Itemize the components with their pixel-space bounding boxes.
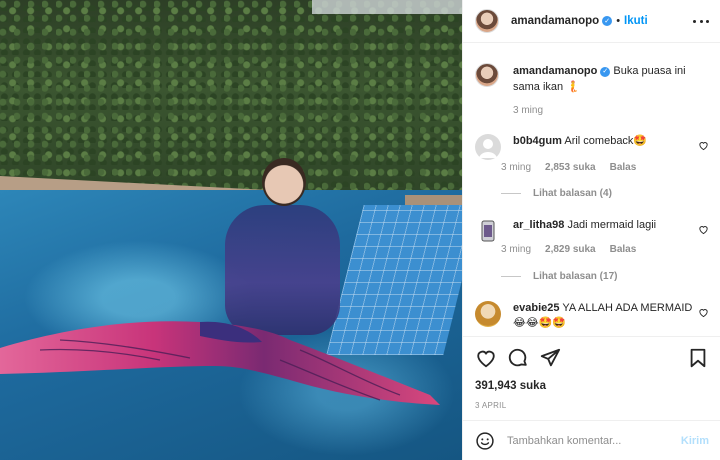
comment-likes[interactable]: 2,853 suka <box>545 162 596 173</box>
comment-like-heart-icon[interactable] <box>698 224 709 235</box>
paper-plane-icon[interactable] <box>539 347 561 369</box>
person-head <box>262 158 306 206</box>
comment-composer: Kirim <box>463 420 720 460</box>
caption-author-avatar[interactable] <box>475 63 499 87</box>
comment-body: ar_litha98 Jadi mermaid lagii <box>513 218 693 244</box>
caption-author[interactable]: amandamanopo <box>513 65 597 77</box>
more-options-icon[interactable] <box>693 14 709 28</box>
hedge-background <box>0 0 462 200</box>
verified-badge-icon: ✓ <box>602 16 613 26</box>
comment-item: ar_litha98 Jadi mermaid lagii <box>475 218 711 244</box>
comment-author[interactable]: b0b4gum <box>513 135 562 147</box>
action-bar <box>463 336 720 380</box>
comment-author[interactable]: evabie25 <box>513 302 559 314</box>
comment-body: b0b4gum Aril comeback🤩 <box>513 134 693 160</box>
bookmark-icon[interactable] <box>687 347 709 369</box>
caption-time: 3 ming <box>513 105 544 116</box>
view-replies-button[interactable]: Lihat balasan (17) <box>501 271 617 282</box>
post-date: 3 APRIL <box>475 401 507 410</box>
like-count[interactable]: 391,943 suka <box>475 380 546 392</box>
comment-author[interactable]: ar_litha98 <box>513 219 564 231</box>
follow-button[interactable]: Ikuti <box>624 15 648 27</box>
comment-avatar[interactable] <box>475 218 501 244</box>
replies-divider <box>501 276 521 277</box>
mermaid-tail-fin <box>0 321 440 405</box>
comment-item: b0b4gum Aril comeback🤩 <box>475 134 711 160</box>
comment-avatar[interactable] <box>475 134 501 160</box>
author-avatar[interactable] <box>475 9 499 33</box>
view-replies-button[interactable]: Lihat balasan (4) <box>501 188 612 199</box>
view-replies-label: Lihat balasan (4) <box>533 188 612 199</box>
post-header: amandamanopo ✓ • Ikuti <box>463 0 720 43</box>
sky-patch <box>312 0 462 14</box>
comment-text: Jadi mermaid lagii <box>567 219 657 231</box>
post-photo[interactable] <box>0 0 462 460</box>
replies-divider <box>501 193 521 194</box>
view-replies-label: Lihat balasan (17) <box>533 271 618 282</box>
heart-icon[interactable] <box>475 347 497 369</box>
verified-badge-icon: ✓ <box>600 67 611 77</box>
comment-body: evabie25 YA ALLAH ADA MERMAID 😂😂🤩🤩 <box>513 301 693 331</box>
comment-meta: 3 ming 2,853 suka Balas <box>501 162 636 173</box>
post-side-panel: amandamanopo ✓ • Ikuti amandamanopo ✓ Buk… <box>462 0 720 460</box>
emoji-icon[interactable] <box>475 431 495 451</box>
comment-icon[interactable] <box>507 347 529 369</box>
comment-reply-button[interactable]: Balas <box>610 244 637 255</box>
post-caption: amandamanopo ✓ Buka puasa ini sama ikan 🧜 <box>475 63 711 95</box>
comment-like-heart-icon[interactable] <box>698 307 709 318</box>
comment-avatar[interactable] <box>475 301 501 327</box>
author-username[interactable]: amandamanopo <box>511 15 599 27</box>
comment-input[interactable] <box>507 434 677 447</box>
post-comment-button[interactable]: Kirim <box>681 435 709 447</box>
comment-likes[interactable]: 2,829 suka <box>545 244 596 255</box>
comment-text: Aril comeback🤩 <box>564 135 648 147</box>
comment-time: 3 ming <box>501 244 532 255</box>
comment-item: evabie25 YA ALLAH ADA MERMAID 😂😂🤩🤩 <box>475 301 711 331</box>
post-modal: amandamanopo ✓ • Ikuti amandamanopo ✓ Buk… <box>0 0 720 460</box>
caption-text-block: amandamanopo ✓ Buka puasa ini sama ikan 🧜 <box>513 63 711 95</box>
separator-dot: • <box>616 15 621 27</box>
comment-meta: 3 ming 2,829 suka Balas <box>501 244 636 255</box>
comment-time: 3 ming <box>501 162 532 173</box>
comment-reply-button[interactable]: Balas <box>610 162 637 173</box>
comment-like-heart-icon[interactable] <box>698 140 709 151</box>
